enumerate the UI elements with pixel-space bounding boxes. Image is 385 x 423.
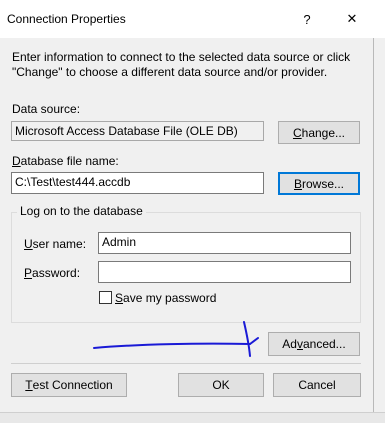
hand-drawn-arrow-annotation — [93, 321, 259, 357]
annotation-arrowhead — [243, 321, 259, 357]
annotation-stroke — [93, 342, 251, 349]
